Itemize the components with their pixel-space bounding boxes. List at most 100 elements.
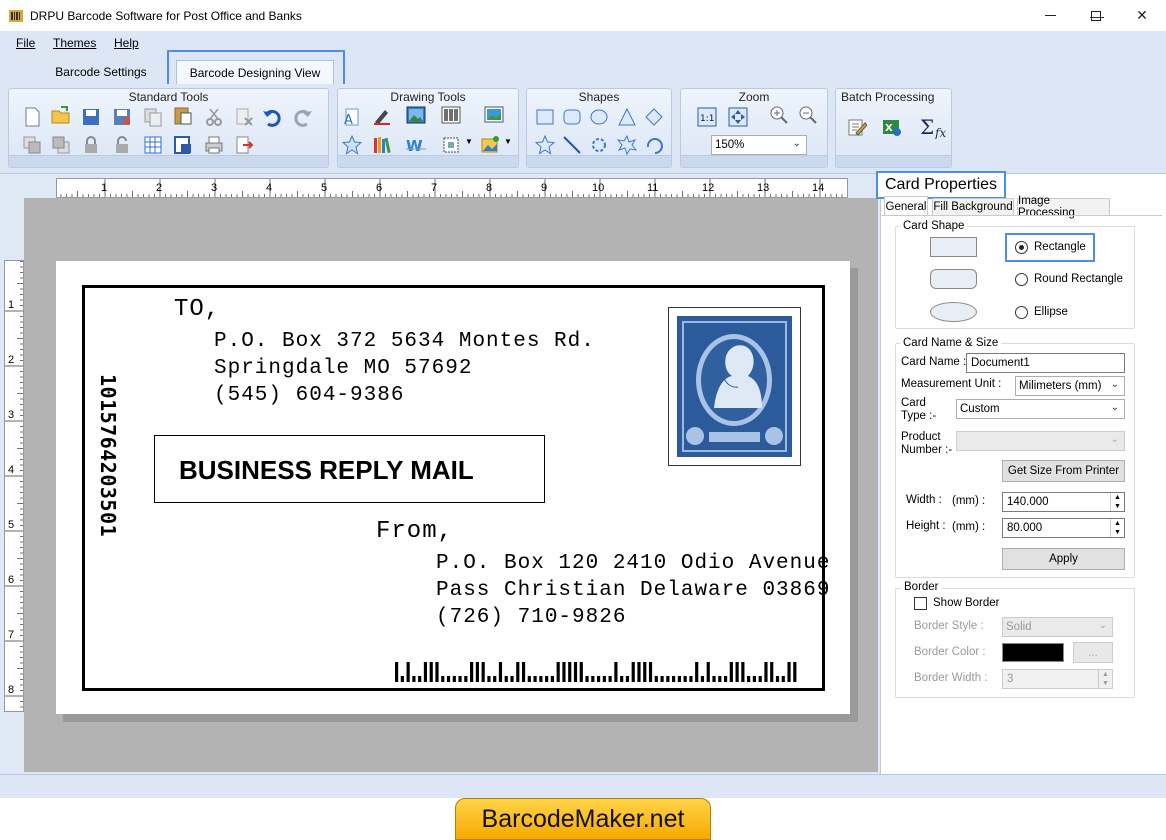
show-border-label[interactable]: Show Border (933, 597, 999, 609)
width-spinner-icon[interactable]: ▲ ▼ (1110, 493, 1124, 511)
postal-barcode[interactable] (394, 660, 798, 684)
star-shape-icon[interactable] (342, 135, 362, 155)
diamond-shape-icon[interactable] (644, 107, 664, 127)
copy-icon[interactable] (143, 107, 163, 127)
menu-themes[interactable]: Themes (53, 36, 96, 50)
vertical-barcode[interactable]: 1015764203501 (96, 374, 120, 598)
pen-tool-icon[interactable] (372, 105, 392, 125)
height-spinner-icon[interactable]: ▲ ▼ (1110, 519, 1124, 537)
new-icon[interactable] (22, 107, 42, 127)
tab-general[interactable]: General (884, 196, 928, 216)
tab-fill-background[interactable]: Fill Background (932, 198, 1014, 216)
menu-help[interactable]: Help (114, 36, 139, 50)
rectangle-shape-icon[interactable] (535, 107, 555, 127)
tab-image-processing[interactable]: Image Processing (1017, 195, 1110, 219)
border-width-input[interactable]: 3 ▲ ▼ (1002, 669, 1113, 689)
actual-size-icon[interactable]: 1:1 (697, 107, 717, 127)
bring-front-icon[interactable] (22, 135, 42, 155)
insert-image-icon[interactable] (481, 135, 501, 155)
postage-stamp-image[interactable] (668, 307, 801, 466)
zoom-in-icon[interactable] (769, 105, 789, 125)
image-tool-icon[interactable] (406, 105, 426, 125)
unlock-icon[interactable] (112, 135, 132, 155)
picture-tool-icon[interactable] (484, 105, 504, 125)
insert-image-dropdown-arrow-icon[interactable]: ▼ (504, 137, 512, 146)
radio-ellipse[interactable] (1015, 306, 1028, 319)
line-shape-icon[interactable] (562, 135, 582, 155)
minimize-button-2[interactable] (1027, 0, 1073, 31)
formula-icon[interactable]: Σfx (920, 117, 948, 139)
border-color-swatch[interactable] (1002, 643, 1064, 662)
library-icon[interactable] (372, 135, 392, 155)
to-address-line1[interactable]: P.O. Box 372 5634 Montes Rd. (214, 330, 595, 353)
tab-barcode-settings[interactable]: Barcode Settings (48, 60, 154, 84)
radio-round-rectangle-label[interactable]: Round Rectangle (1034, 273, 1123, 285)
to-address-line2[interactable]: Springdale MO 57692 (214, 357, 472, 380)
apply-button[interactable]: Apply (1002, 548, 1125, 570)
business-reply-mail-text[interactable]: BUSINESS REPLY MAIL (179, 455, 474, 486)
send-back-icon[interactable] (51, 135, 71, 155)
from-address-line3[interactable]: (726) 710-9826 (436, 606, 626, 629)
redo-icon[interactable] (293, 107, 313, 127)
radio-rectangle[interactable] (1015, 241, 1028, 254)
watermark-icon[interactable]: W (406, 135, 426, 155)
print-preview-icon[interactable] (173, 135, 193, 155)
gear-shape-icon[interactable] (589, 135, 609, 155)
to-label[interactable]: TO, (174, 296, 220, 323)
ruler-label: 7 (431, 182, 437, 194)
card-type-select[interactable]: Custom ⌄ (956, 399, 1125, 419)
from-address-line1[interactable]: P.O. Box 120 2410 Odio Avenue (436, 552, 830, 575)
export-icon[interactable] (234, 135, 254, 155)
radio-round-rectangle[interactable] (1015, 273, 1028, 286)
star-icon[interactable] (535, 135, 555, 155)
rectangle-preview[interactable] (930, 237, 977, 257)
width-input[interactable]: 140.000 ▲ ▼ (1002, 492, 1125, 512)
round-rectangle-preview[interactable] (930, 269, 977, 289)
grid-icon[interactable] (143, 135, 163, 155)
close-button[interactable]: ✕ (1119, 0, 1165, 31)
radio-rectangle-label[interactable]: Rectangle (1034, 241, 1086, 253)
round-rectangle-shape-icon[interactable] (562, 107, 582, 127)
ellipse-preview[interactable] (930, 302, 977, 322)
product-number-select[interactable]: ⌄ (956, 431, 1125, 451)
measurement-unit-select[interactable]: Milimeters (mm) ⌄ (1015, 376, 1125, 396)
open-icon[interactable] (51, 105, 71, 125)
fit-to-window-icon[interactable] (728, 107, 748, 127)
zoom-select[interactable]: 150% ⌄ (711, 135, 807, 155)
undo-icon[interactable] (262, 107, 282, 127)
barcode-tool-icon[interactable] (441, 105, 461, 125)
save-as-icon[interactable] (112, 107, 132, 127)
arc-shape-icon[interactable] (644, 135, 664, 155)
menu-file[interactable]: File (16, 36, 35, 50)
ruler-label: 14 (812, 182, 824, 194)
delete-icon[interactable] (234, 107, 254, 127)
from-address-line2[interactable]: Pass Christian Delaware 03869 (436, 579, 830, 602)
align-icon[interactable] (441, 135, 461, 155)
text-tool-icon[interactable]: A (342, 107, 362, 127)
show-border-checkbox[interactable] (914, 597, 927, 610)
burst-shape-icon[interactable] (617, 135, 637, 155)
batch-edit-icon[interactable] (847, 117, 867, 137)
cut-icon[interactable] (204, 107, 224, 127)
barcode-bar (712, 676, 716, 682)
border-style-select[interactable]: Solid ⌄ (1002, 617, 1113, 637)
radio-ellipse-label[interactable]: Ellipse (1034, 306, 1068, 318)
align-dropdown-arrow-icon[interactable]: ▼ (465, 137, 473, 146)
triangle-shape-icon[interactable] (617, 107, 637, 127)
paste-icon[interactable] (173, 105, 193, 125)
lock-icon[interactable] (81, 135, 101, 155)
save-icon[interactable] (81, 107, 101, 127)
card-name-input[interactable]: Document1 (966, 353, 1125, 373)
maximize-button[interactable] (1073, 0, 1119, 31)
ellipse-shape-icon[interactable] (589, 107, 609, 127)
get-size-from-printer-button[interactable]: Get Size From Printer (1002, 460, 1125, 482)
to-address-line3[interactable]: (545) 604-9386 (214, 384, 404, 407)
height-input[interactable]: 80.000 ▲ ▼ (1002, 518, 1125, 538)
chevron-down-icon: ⌄ (1110, 379, 1119, 390)
border-width-spinner-icon[interactable]: ▲ ▼ (1098, 670, 1112, 688)
from-label[interactable]: From, (376, 518, 453, 545)
zoom-out-icon[interactable] (798, 105, 818, 125)
excel-import-icon[interactable]: X (882, 117, 902, 137)
border-color-picker-button[interactable]: ... (1073, 642, 1113, 663)
print-icon[interactable] (204, 135, 224, 155)
